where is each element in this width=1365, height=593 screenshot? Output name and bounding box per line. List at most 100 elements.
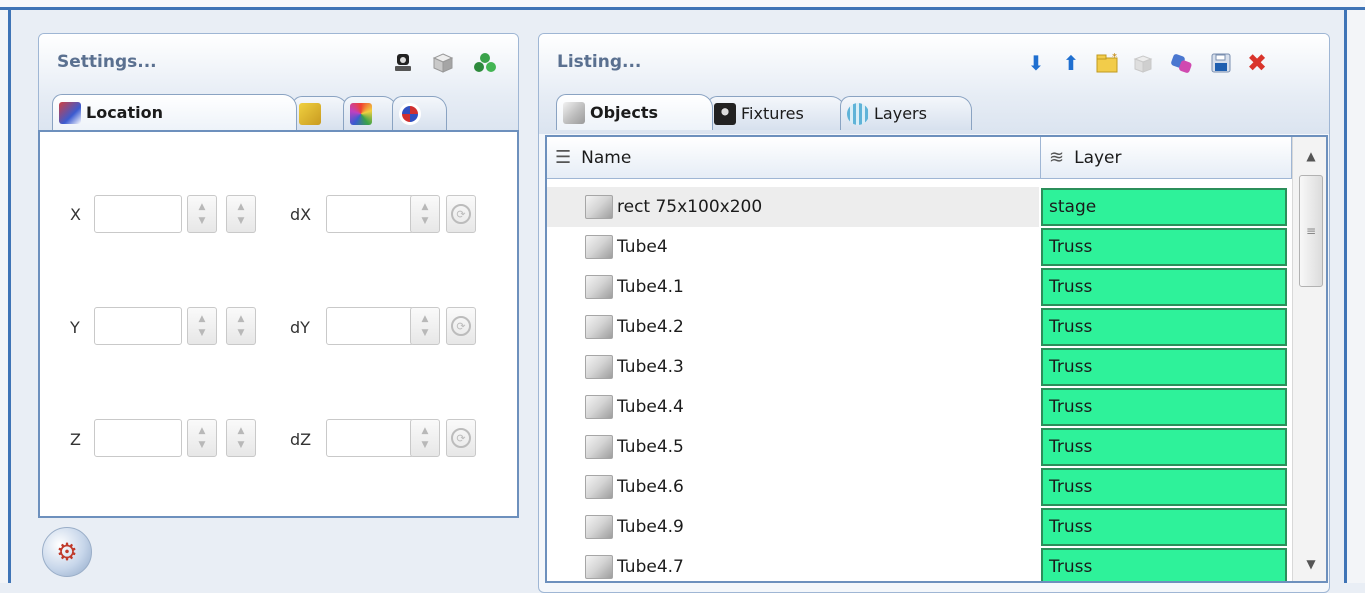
- tab-rotation[interactable]: [392, 96, 447, 130]
- cube-icon: [585, 515, 613, 539]
- vertical-scrollbar[interactable]: ▲ ≡ ▼: [1292, 137, 1326, 581]
- globe-settings-button[interactable]: ⚙: [42, 527, 92, 577]
- x-label: X: [70, 205, 81, 224]
- x-input[interactable]: [94, 195, 182, 233]
- move-down-icon[interactable]: ⬇: [1024, 51, 1048, 75]
- settings-title: Settings...: [57, 52, 157, 72]
- tab-color[interactable]: [343, 96, 397, 130]
- group-icon[interactable]: [473, 51, 497, 75]
- column-header-name[interactable]: ☰ Name: [547, 137, 1041, 179]
- apply-icon: ⟳: [451, 428, 471, 448]
- dz-spinner[interactable]: ▲ ▼: [410, 419, 440, 457]
- fixture-icon: [714, 102, 736, 125]
- tab-location-label: Location: [86, 103, 163, 122]
- tab-layers-label: Layers: [874, 104, 927, 123]
- new-folder-icon[interactable]: *: [1096, 51, 1120, 75]
- z-fine-spinner[interactable]: ▲ ▼: [226, 419, 256, 457]
- cube-icon: [563, 101, 585, 124]
- layer-cell[interactable]: stage: [1041, 188, 1287, 226]
- dz-label: dZ: [290, 430, 312, 449]
- table-row[interactable]: Tube4.9: [547, 507, 1039, 547]
- axes-icon: [59, 101, 81, 124]
- layer-cell[interactable]: Truss: [1041, 548, 1287, 581]
- z-spinner[interactable]: ▲ ▼: [187, 419, 217, 457]
- cube-icon: [585, 435, 613, 459]
- y-fine-spinner[interactable]: ▲ ▼: [226, 307, 256, 345]
- scroll-up-button[interactable]: ▲: [1293, 139, 1326, 173]
- cube-icon: [585, 315, 613, 339]
- tab-fixtures-label: Fixtures: [741, 104, 804, 123]
- tab-fixtures[interactable]: Fixtures: [707, 96, 845, 130]
- dx-input[interactable]: [326, 195, 414, 233]
- document-icon: ☰: [555, 147, 572, 168]
- column-header-layer[interactable]: ≋ Layer: [1041, 137, 1292, 179]
- ruler-icon: [299, 102, 321, 125]
- cube-icon: [585, 235, 613, 259]
- table-row[interactable]: Tube4.3: [547, 347, 1039, 387]
- layer-cell[interactable]: Truss: [1041, 508, 1287, 546]
- layers-icon: ≋: [1049, 147, 1065, 168]
- scroll-down-button[interactable]: ▼: [1293, 547, 1326, 581]
- tab-location[interactable]: Location: [52, 94, 297, 130]
- y-spinner[interactable]: ▲ ▼: [187, 307, 217, 345]
- dy-label: dY: [290, 318, 310, 337]
- window-top-frame: [0, 0, 1365, 10]
- svg-text:*: *: [1112, 52, 1117, 63]
- apply-icon: ⟳: [451, 204, 471, 224]
- layer-cell[interactable]: Truss: [1041, 348, 1287, 386]
- cube-icon: [585, 275, 613, 299]
- y-input[interactable]: [94, 307, 182, 345]
- table-row[interactable]: Tube4.2: [547, 307, 1039, 347]
- fixture-icon[interactable]: [391, 51, 415, 75]
- table-row[interactable]: Tube4.7: [547, 547, 1039, 581]
- z-input[interactable]: [94, 419, 182, 457]
- table-row[interactable]: Tube4.4: [547, 387, 1039, 427]
- dy-spinner[interactable]: ▲ ▼: [410, 307, 440, 345]
- table-row[interactable]: Tube4.1: [547, 267, 1039, 307]
- properties-icon[interactable]: [1170, 51, 1194, 75]
- cube-icon: [585, 355, 613, 379]
- dx-label: dX: [290, 205, 312, 224]
- listing-title: Listing...: [557, 52, 642, 72]
- dx-spinner[interactable]: ▲ ▼: [410, 195, 440, 233]
- table-row[interactable]: Tube4.6: [547, 467, 1039, 507]
- dz-input[interactable]: [326, 419, 414, 457]
- cube-icon: [585, 475, 613, 499]
- window-edge-left: [0, 10, 8, 583]
- scroll-thumb[interactable]: ≡: [1299, 175, 1323, 287]
- layer-cell[interactable]: Truss: [1041, 388, 1287, 426]
- layer-cell[interactable]: Truss: [1041, 268, 1287, 306]
- dy-input[interactable]: [326, 307, 414, 345]
- cube-icon: [585, 195, 613, 219]
- move-up-icon[interactable]: ⬆: [1059, 51, 1083, 75]
- cube-icon: [585, 395, 613, 419]
- layer-cell[interactable]: Truss: [1041, 428, 1287, 466]
- table-row[interactable]: rect 75x100x200: [547, 187, 1039, 227]
- layer-cell[interactable]: Truss: [1041, 468, 1287, 506]
- save-icon[interactable]: [1209, 51, 1233, 75]
- column-layer-label: Layer: [1074, 147, 1122, 168]
- new-object-icon[interactable]: [1132, 51, 1156, 75]
- apply-icon: ⟳: [451, 316, 471, 336]
- delete-icon[interactable]: ✖: [1245, 51, 1269, 75]
- layer-cell[interactable]: Truss: [1041, 308, 1287, 346]
- table-row[interactable]: Tube4.5: [547, 427, 1039, 467]
- tab-objects-label: Objects: [590, 103, 659, 122]
- x-spinner[interactable]: ▲ ▼: [187, 195, 217, 233]
- tab-dimensions[interactable]: [292, 96, 348, 130]
- dz-apply-button[interactable]: ⟳: [446, 419, 476, 457]
- layers-icon: [847, 102, 869, 125]
- window-edge-right: [1347, 10, 1365, 583]
- z-label: Z: [70, 430, 81, 449]
- y-label: Y: [70, 318, 80, 337]
- window-border-left: [8, 10, 11, 583]
- layer-cell[interactable]: Truss: [1041, 228, 1287, 266]
- tab-objects[interactable]: Objects: [556, 94, 713, 130]
- cube-icon[interactable]: [431, 51, 455, 75]
- dy-apply-button[interactable]: ⟳: [446, 307, 476, 345]
- x-fine-spinner[interactable]: ▲ ▼: [226, 195, 256, 233]
- rotate-icon: [399, 102, 421, 125]
- dx-apply-button[interactable]: ⟳: [446, 195, 476, 233]
- table-row[interactable]: Tube4: [547, 227, 1039, 267]
- tab-layers[interactable]: Layers: [840, 96, 972, 130]
